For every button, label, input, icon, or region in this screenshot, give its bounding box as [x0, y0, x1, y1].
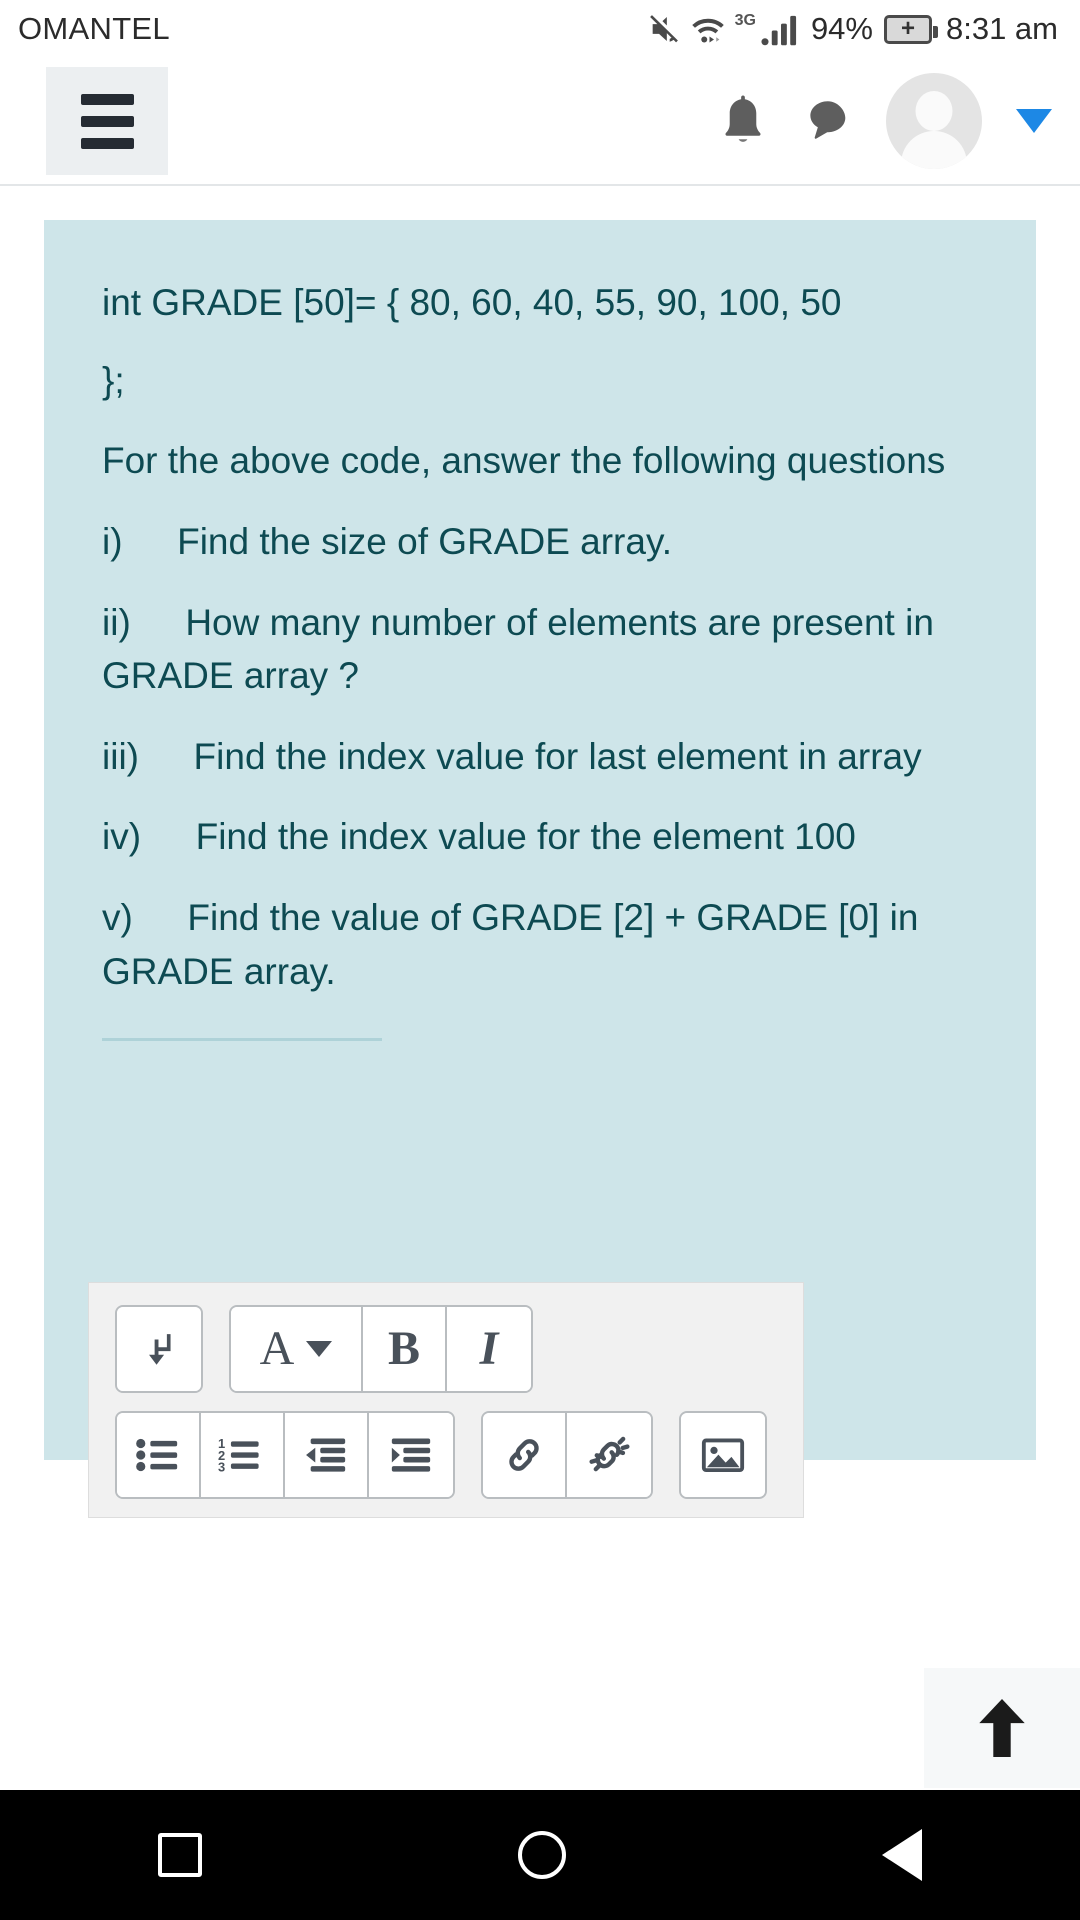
outdent-button[interactable] [285, 1413, 369, 1497]
home-button[interactable] [518, 1831, 566, 1879]
back-button[interactable] [882, 1829, 922, 1881]
question-marker: iv) [102, 816, 142, 858]
avatar[interactable] [886, 73, 982, 169]
rich-text-editor-toolbar: A B I 1 2 3 [88, 1282, 804, 1518]
hamburger-bar [80, 93, 134, 105]
caret-down-icon[interactable] [1016, 109, 1052, 133]
clock-label: 8:31 am [945, 11, 1058, 46]
mute-icon [647, 12, 681, 46]
hamburger-bar [80, 137, 134, 149]
question-marker: v) [102, 897, 133, 939]
wifi-icon [690, 14, 726, 44]
hamburger-menu-icon[interactable] [46, 67, 168, 175]
bold-button[interactable]: B [363, 1307, 447, 1391]
italic-label: I [479, 1322, 499, 1375]
battery-charging-icon: + [883, 14, 938, 44]
status-bar: OMANTEL 3G 94% + 8:31 am [0, 0, 1080, 58]
bold-label: B [387, 1322, 420, 1375]
home-icon [518, 1831, 566, 1879]
status-indicators: 3G 94% + 8:31 am [647, 11, 1058, 47]
svg-text:3: 3 [218, 1460, 225, 1475]
content-divider [102, 1038, 382, 1042]
question-text: How many number of elements are present … [102, 601, 934, 697]
italic-button[interactable]: I [447, 1307, 531, 1391]
back-icon [882, 1829, 922, 1881]
question-marker: ii) [102, 601, 131, 643]
numbered-list-button[interactable]: 1 2 3 [201, 1413, 285, 1497]
code-line-2: }; [102, 359, 125, 401]
bell-icon[interactable] [718, 93, 768, 149]
avatar-head [915, 91, 953, 131]
question-card: int GRADE [50]= { 80, 60, 40, 55, 90, 10… [44, 220, 1036, 1460]
code-line-1: int GRADE [50]= { 80, 60, 40, 55, 90, 10… [102, 282, 842, 323]
battery-percent-label: 94% [810, 11, 873, 46]
question-item: iii) Find the index value for last eleme… [102, 730, 978, 784]
question-item: iv) Find the index value for the element… [102, 810, 978, 864]
chat-bubble-icon[interactable] [802, 95, 852, 147]
screen-root: OMANTEL 3G 94% + 8:31 am int GRADE [50]=… [0, 0, 1080, 1920]
indent-button[interactable] [369, 1413, 453, 1497]
toolbar-group-image [679, 1411, 767, 1499]
font-style-button[interactable]: A [231, 1307, 363, 1391]
question-text: Find the value of GRADE [2] + GRADE [0] … [102, 897, 919, 992]
toolbar-row-2: 1 2 3 [115, 1411, 803, 1499]
toolbar-group-text-format: A B I [229, 1305, 533, 1393]
question-marker: i) [102, 520, 123, 562]
toolbar-group-linebreak [115, 1305, 203, 1393]
chevron-down-icon [306, 1341, 333, 1357]
question-text: Find the size of GRADE array. [177, 520, 672, 562]
android-navigation-bar [0, 1790, 1080, 1920]
bullet-list-button[interactable] [117, 1413, 201, 1497]
toolbar-group-lists: 1 2 3 [115, 1411, 455, 1499]
recents-icon [158, 1833, 202, 1877]
recents-button[interactable] [158, 1833, 202, 1877]
insert-link-button[interactable] [483, 1413, 567, 1497]
question-marker: iii) [102, 735, 139, 777]
intro-text: For the above code, answer the following… [102, 440, 946, 482]
unlink-button[interactable] [567, 1413, 651, 1497]
caret-shape [1016, 109, 1052, 133]
carrier-label: OMANTEL [18, 11, 170, 46]
font-style-label: A [259, 1322, 295, 1375]
question-text: Find the index value for last element in… [193, 735, 922, 777]
toolbar-group-link [481, 1411, 653, 1499]
toolbar-row-1: A B I [115, 1305, 803, 1393]
question-text: Find the index value for the element 100 [195, 816, 856, 858]
header-actions [718, 73, 1052, 169]
question-item: v) Find the value of GRADE [2] + GRADE [… [102, 891, 978, 998]
scroll-to-top-button[interactable] [924, 1668, 1080, 1788]
hamburger-bar [80, 115, 134, 127]
network-type-label: 3G [734, 12, 756, 29]
signal-bars-icon [761, 12, 801, 46]
question-item: i) Find the size of GRADE array. [102, 515, 978, 569]
line-break-button[interactable] [117, 1307, 201, 1391]
avatar-body [901, 131, 967, 169]
insert-image-button[interactable] [681, 1413, 765, 1497]
app-header [0, 58, 1080, 186]
question-item: ii) How many number of elements are pres… [102, 596, 978, 703]
